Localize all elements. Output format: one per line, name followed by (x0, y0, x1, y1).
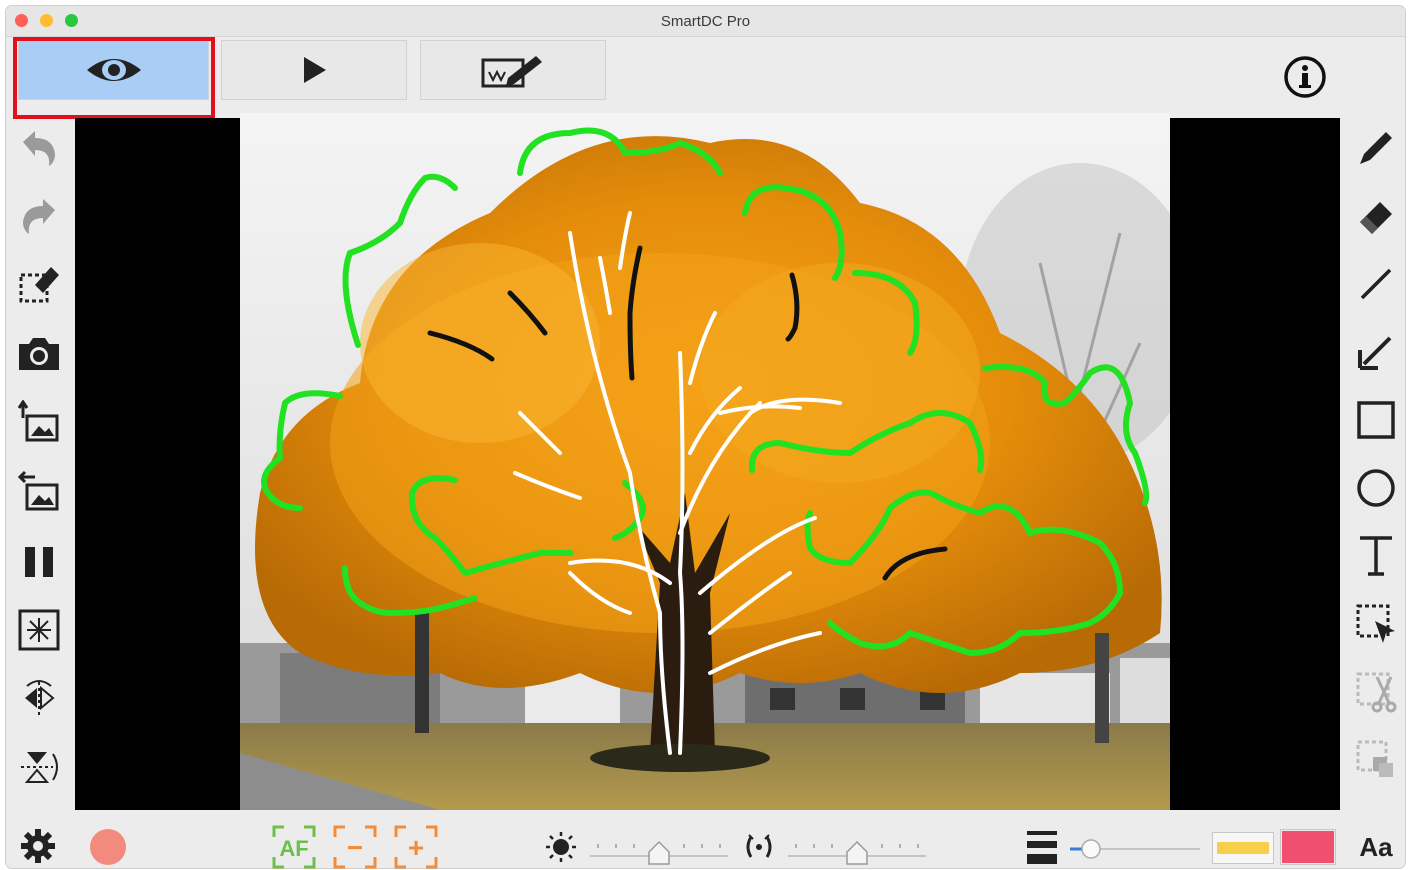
info-button[interactable] (1282, 54, 1328, 105)
line-width-label (1024, 828, 1060, 866)
gear-icon (21, 829, 55, 863)
record-button[interactable] (90, 829, 126, 865)
capture-button[interactable] (14, 329, 64, 379)
redo-icon (23, 199, 55, 234)
line-width-slider-track (1070, 839, 1200, 859)
title-bar: SmartDC Pro (6, 6, 1405, 37)
paste-icon (1356, 740, 1393, 777)
cut-icon (1356, 672, 1397, 713)
pen-color-swatch (1282, 831, 1334, 863)
export-image-button[interactable] (14, 466, 64, 516)
stage-letterbox-left (75, 118, 240, 810)
clear-annotations-button[interactable] (14, 259, 64, 309)
rectangle-icon (1357, 401, 1395, 439)
info-icon (1284, 56, 1326, 98)
rectangle-tool-button[interactable] (1351, 395, 1401, 445)
brightness-icon (546, 832, 576, 862)
contrast-icon (746, 834, 772, 858)
flip-horizontal-button[interactable] (14, 673, 64, 723)
autofocus-label: AF (279, 836, 308, 861)
window-title: SmartDC Pro (660, 13, 751, 30)
text-icon (1360, 536, 1392, 576)
line-width-icon (1027, 831, 1057, 864)
eraser-tool-button[interactable] (1351, 191, 1401, 241)
highlighter-color-swatch (1217, 842, 1269, 854)
font-label: Aa (1359, 831, 1393, 862)
camera-view[interactable] (240, 113, 1170, 810)
line-icon (1360, 268, 1392, 300)
select-icon (1356, 604, 1395, 643)
contrast-slider-track (788, 840, 926, 865)
text-tool-button[interactable] (1351, 531, 1401, 581)
settings-button[interactable] (18, 826, 58, 866)
line-width-slider[interactable] (1068, 836, 1202, 862)
whiteboard-pen-icon (481, 56, 542, 88)
freeze-icon (18, 609, 60, 651)
pause-icon (25, 547, 53, 577)
undo-icon (23, 131, 55, 166)
eraser-icon (1360, 202, 1392, 234)
annotate-mode-button[interactable] (420, 40, 606, 100)
pen-tool-button[interactable] (1351, 123, 1401, 173)
export-image-icon (17, 470, 59, 511)
flip-vertical-icon (21, 752, 58, 783)
freeze-frame-button[interactable] (14, 605, 64, 655)
contrast-slider[interactable] (786, 834, 928, 866)
camera-icon (19, 338, 59, 370)
line-width-slider-thumb[interactable] (1081, 839, 1101, 859)
play-icon (304, 57, 326, 83)
paste-tool-button[interactable] (1351, 735, 1401, 785)
play-mode-button[interactable] (221, 40, 407, 100)
camera-image (240, 113, 1170, 810)
brightness-slider-thumb[interactable] (648, 840, 670, 865)
autofocus-icon: AF (272, 825, 316, 869)
pen-color-button[interactable] (1280, 829, 1336, 865)
highlighter-color-button[interactable] (1212, 832, 1274, 864)
autofocus-button[interactable]: AF (272, 825, 316, 869)
contrast-slider-thumb[interactable] (846, 840, 868, 865)
undo-button[interactable] (14, 123, 64, 173)
focus-minus-icon: − (333, 825, 377, 869)
record-icon (90, 829, 126, 865)
brightness-label (544, 830, 578, 864)
cut-tool-button[interactable] (1351, 667, 1401, 717)
focus-plus-label: + (408, 832, 424, 863)
arrow-tool-button[interactable] (1351, 327, 1401, 377)
circle-tool-button[interactable] (1351, 463, 1401, 513)
import-image-button[interactable] (14, 397, 64, 447)
line-tool-button[interactable] (1351, 259, 1401, 309)
pen-icon (1360, 132, 1392, 164)
brightness-slider-track (590, 840, 728, 865)
flip-vertical-button[interactable] (14, 741, 64, 791)
brightness-slider[interactable] (588, 834, 730, 866)
redo-button[interactable] (14, 191, 64, 241)
arrow-icon (1358, 336, 1392, 370)
select-tool-button[interactable] (1351, 599, 1401, 649)
focus-minus-button[interactable]: − (333, 825, 377, 869)
focus-plus-button[interactable]: + (394, 825, 438, 869)
clear-selection-icon (19, 267, 59, 303)
circle-icon (1357, 469, 1395, 507)
import-image-icon (17, 400, 59, 442)
stage-letterbox-right (1170, 118, 1340, 810)
focus-minus-label: − (347, 832, 363, 863)
flip-horizontal-icon (25, 680, 55, 716)
font-button[interactable]: Aa (1352, 828, 1400, 866)
active-mode-highlight (13, 37, 215, 119)
focus-plus-icon: + (394, 825, 438, 869)
contrast-label (742, 830, 776, 864)
pause-button[interactable] (14, 537, 64, 587)
